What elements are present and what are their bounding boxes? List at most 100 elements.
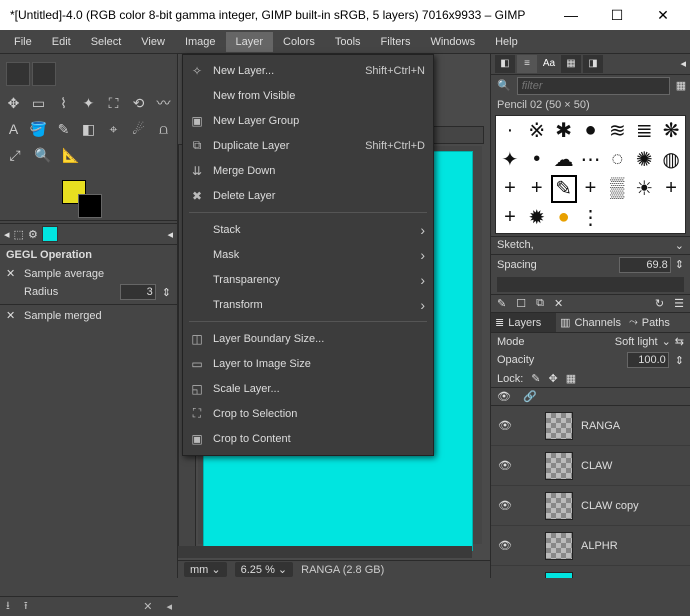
menu-item-transform[interactable]: Transform <box>183 292 433 317</box>
brush-tab-3[interactable]: Aa <box>539 55 559 73</box>
mode-dropdown-icon[interactable]: ⌄ <box>662 335 671 348</box>
menu-item-duplicate-layer[interactable]: ⧉Duplicate LayerShift+Ctrl+D <box>183 133 433 158</box>
spacing-input[interactable] <box>619 257 671 273</box>
mode-swap-icon[interactable]: ⇆ <box>675 335 684 348</box>
minimize-button[interactable]: — <box>548 0 594 30</box>
bbar-download-icon[interactable]: ⭳ <box>6 597 10 616</box>
eye-icon[interactable]: 👁 <box>497 459 513 472</box>
menu-item-scale-layer[interactable]: ◱Scale Layer... <box>183 376 433 401</box>
lock-paint-icon[interactable]: ✎ <box>531 372 540 385</box>
measure-tool-icon[interactable]: 📐 <box>60 144 82 166</box>
eye-icon[interactable]: 👁 <box>497 499 513 512</box>
lock-alpha-icon[interactable]: ▦ <box>566 372 576 385</box>
layer-item[interactable]: 👁RANGA <box>491 406 690 446</box>
smudge-tool-icon[interactable]: ☄ <box>129 118 148 140</box>
menu-file[interactable]: File <box>4 32 42 52</box>
zoom-dropdown[interactable]: 6.25 % ⌄ <box>235 562 294 577</box>
rect-select-tool-icon[interactable]: ▭ <box>29 92 48 114</box>
strip-icon-3[interactable]: ⚙ <box>28 228 38 241</box>
brush-refresh-icon[interactable]: ↻ <box>655 297 664 310</box>
tab-paths[interactable]: ⤳Paths <box>625 313 690 332</box>
zoom-tool-icon[interactable]: 🔍 <box>32 144 54 166</box>
color-picker-tool-icon[interactable]: ⤢ <box>4 144 26 166</box>
menu-help[interactable]: Help <box>485 32 528 52</box>
spacing-slider[interactable] <box>497 277 684 292</box>
sketch-dropdown-icon[interactable]: ⌄ <box>675 239 684 252</box>
menu-image[interactable]: Image <box>175 32 226 52</box>
tab-channels[interactable]: ▥Channels <box>556 313 625 332</box>
layer-item[interactable]: 👁CLAW copy <box>491 486 690 526</box>
brush-del-icon[interactable]: ✕ <box>554 297 563 310</box>
menu-select[interactable]: Select <box>81 32 132 52</box>
close-button[interactable]: ✕ <box>640 0 686 30</box>
menu-item-new-layer[interactable]: ✧New Layer...Shift+Ctrl+N <box>183 58 433 83</box>
menu-tools[interactable]: Tools <box>325 32 371 52</box>
tool-tab-1[interactable] <box>6 62 30 86</box>
bucket-tool-icon[interactable]: 🪣 <box>29 118 48 140</box>
brush-edit-icon[interactable]: ✎ <box>497 297 506 310</box>
menu-item-stack[interactable]: Stack <box>183 217 433 242</box>
menu-windows[interactable]: Windows <box>420 32 485 52</box>
menu-layer[interactable]: Layer <box>226 32 274 52</box>
bbar-menu-icon[interactable]: ◂ <box>166 600 172 613</box>
strip-icon-2[interactable]: ⬚ <box>14 228 24 241</box>
eye-icon[interactable]: 👁 <box>497 419 513 432</box>
text-tool-icon[interactable]: A <box>4 118 23 140</box>
menu-item-transparency[interactable]: Transparency <box>183 267 433 292</box>
brush-tab-2[interactable]: ≡ <box>517 55 537 73</box>
clone-tool-icon[interactable]: ⌖ <box>104 118 123 140</box>
color-swatches[interactable] <box>0 176 177 218</box>
menu-edit[interactable]: Edit <box>42 32 81 52</box>
menu-item-crop-to-content[interactable]: ▣Crop to Content <box>183 426 433 451</box>
menu-item-mask[interactable]: Mask <box>183 242 433 267</box>
opacity-input[interactable] <box>627 352 669 368</box>
menu-item-delete-layer[interactable]: ✖Delete Layer <box>183 183 433 208</box>
eye-icon[interactable]: 👁 <box>497 539 513 552</box>
menu-item-layer-to-image-size[interactable]: ▭Layer to Image Size <box>183 351 433 376</box>
lasso-tool-icon[interactable]: ⌇ <box>54 92 73 114</box>
maximize-button[interactable]: ☐ <box>594 0 640 30</box>
paths-tool-icon[interactable]: ⩍ <box>154 118 173 140</box>
sample-merged-toggle[interactable]: ✕ <box>6 309 18 322</box>
radius-input[interactable] <box>120 284 156 300</box>
lock-move-icon[interactable]: ✥ <box>549 372 558 385</box>
mode-value[interactable]: Soft light <box>615 336 658 348</box>
brush-tab-5[interactable]: ◨ <box>583 55 603 73</box>
layer-item[interactable]: 👁CLAW <box>491 446 690 486</box>
unit-dropdown[interactable]: mm ⌄ <box>184 562 227 577</box>
menu-item-new-layer-group[interactable]: ▣New Layer Group <box>183 108 433 133</box>
bbar-upload-icon[interactable]: ⭱ <box>24 597 28 616</box>
brush-dup-icon[interactable]: ⧉ <box>536 297 544 310</box>
menu-item-layer-boundary-size[interactable]: ◫Layer Boundary Size... <box>183 326 433 351</box>
rotate-tool-icon[interactable]: ⟲ <box>129 92 148 114</box>
radius-spinner-icon[interactable]: ⇕ <box>162 286 171 299</box>
strip-menu-icon[interactable]: ◂ <box>167 228 173 241</box>
spacing-spinner-icon[interactable]: ⇕ <box>675 258 684 271</box>
strip-color-swatch[interactable] <box>42 226 58 242</box>
menu-view[interactable]: View <box>131 32 175 52</box>
menu-filters[interactable]: Filters <box>371 32 421 52</box>
menu-item-merge-down[interactable]: ⇊Merge Down <box>183 158 433 183</box>
strip-icon-1[interactable]: ◂ <box>4 228 10 241</box>
menu-colors[interactable]: Colors <box>273 32 325 52</box>
brush-tab-4[interactable]: ▦ <box>561 55 581 73</box>
menu-item-new-from-visible[interactable]: New from Visible <box>183 83 433 108</box>
brush-new-icon[interactable]: ☐ <box>516 297 526 310</box>
brush-open-icon[interactable]: ☰ <box>674 297 684 310</box>
move-tool-icon[interactable]: ✥ <box>4 92 23 114</box>
eraser-tool-icon[interactable]: ◧ <box>79 118 98 140</box>
right-tabs-menu-icon[interactable]: ◂ <box>680 57 686 70</box>
layer-item[interactable]: 👁ALPHR <box>491 526 690 566</box>
sample-average-toggle[interactable]: ✕ <box>6 267 18 280</box>
brush-grid-view-icon[interactable]: ▦ <box>676 79 686 92</box>
bbar-delete-icon[interactable]: ✕ <box>143 600 152 613</box>
opacity-spinner-icon[interactable]: ⇕ <box>675 354 684 367</box>
tool-tab-2[interactable] <box>32 62 56 86</box>
scrollbar-horizontal[interactable] <box>178 546 472 558</box>
layer-item[interactable]: 👁 <box>491 566 690 578</box>
brush-tab-1[interactable]: ◧ <box>495 55 515 73</box>
brush-grid[interactable]: ·※✱●≋≣❋ ✦•☁⋯◌✺◍ ++✎+▒☀+ +✹●⋮ <box>495 115 686 234</box>
fuzzy-tool-icon[interactable]: ✦ <box>79 92 98 114</box>
tab-layers[interactable]: ≣Layers <box>491 313 556 332</box>
brush-filter-input[interactable] <box>517 77 670 95</box>
